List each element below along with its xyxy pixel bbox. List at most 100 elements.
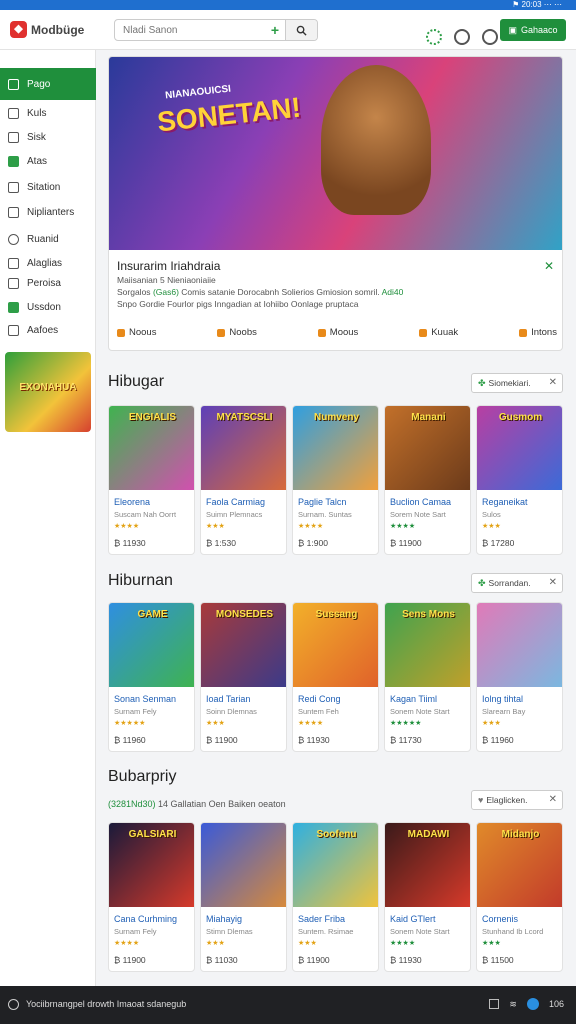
hero-card[interactable]: NIANAOUICSI SONETAN! Insurarim Iriahdrai…	[108, 56, 563, 351]
app-thumbnail[interactable]: MONSEDES	[201, 603, 286, 687]
app-card[interactable]: MADAWI Kaid GTlert Sonem Note Start ★★★★ ₿ 1…	[384, 822, 471, 972]
search-button[interactable]	[285, 20, 317, 40]
app-subtitle: Surnam Fely	[114, 707, 157, 716]
hero-tag[interactable]: Moous	[317, 327, 358, 338]
app-title[interactable]: Sader Friba	[298, 914, 345, 924]
app-card[interactable]: Manani Buclion Camaa Sorem Note Sart ★★★★ ₿ …	[384, 405, 471, 555]
clock-icon	[8, 233, 19, 245]
wifi-icon[interactable]: ≋	[509, 999, 517, 1010]
app-title[interactable]: Kaid GTlert	[390, 914, 436, 924]
app-card[interactable]: GAME Sonan Senman Surnam Fely ★★★★★ ₿ 11960	[108, 602, 195, 752]
clock-text: 106	[548, 999, 564, 1009]
app-title[interactable]: Iolng tihtal	[482, 694, 523, 704]
add-icon[interactable]: +	[265, 22, 285, 38]
app-card[interactable]: ENGIALIS Eleorena Suscam Nah Oorrt ★★★★ ₿ 11…	[108, 405, 195, 555]
sign-in-button[interactable]: ▣ Gahaaco	[500, 19, 566, 41]
header: ◆ Modbüge + ▣ Gahaaco	[0, 10, 576, 50]
app-card[interactable]: Sussang Redi Cong Suntem Feh ★★★★ ₿ 11930	[292, 602, 379, 752]
promo-banner[interactable]: EXONAHUA	[5, 352, 91, 432]
section-filter-chip[interactable]: ♥ Elaglicken. ✕	[471, 790, 563, 810]
sidebar-item-1[interactable]: Kuls	[0, 101, 96, 125]
thumbnail-art-text: Numveny	[313, 412, 359, 423]
app-title[interactable]: Faola Carmiag	[206, 497, 265, 507]
hero-tag[interactable]: Intons	[519, 327, 557, 338]
notification-icon[interactable]	[489, 999, 500, 1009]
card-row: GALSIARI Cana Curhming Surnam Fely ★★★★ ₿ 11…	[108, 822, 563, 972]
close-icon: ✕	[548, 794, 557, 805]
app-card[interactable]: MYATSCSLI Faola Carmiag Suimn Plemnacs ★★★ ₿…	[200, 405, 287, 555]
app-thumbnail[interactable]: Sens Mons	[385, 603, 470, 687]
sidebar-item-2[interactable]: Sisk	[0, 125, 96, 149]
settings-icon[interactable]	[426, 29, 442, 45]
app-card[interactable]: Iolng tihtal Slarearn Bay ★★★ ₿ 11960	[476, 602, 563, 752]
app-thumbnail[interactable]: Numveny	[293, 406, 378, 490]
sidebar-item-0[interactable]: Pago	[0, 68, 96, 100]
hero-tag[interactable]: Kuuak	[419, 327, 458, 338]
app-title[interactable]: Redi Cong	[298, 694, 341, 704]
search-input[interactable]	[115, 24, 265, 36]
thumbnail-art-text: GALSIARI	[128, 829, 177, 840]
tag-icon	[419, 328, 428, 337]
app-title[interactable]: Ioad Tarian	[206, 694, 250, 704]
sidebar-item-5[interactable]: Niplianters	[0, 200, 96, 224]
app-thumbnail[interactable]: ENGIALIS	[109, 406, 194, 490]
app-title[interactable]: Buclion Camaa	[390, 497, 451, 507]
sidebar-item-9[interactable]: Ussdon	[0, 295, 96, 319]
app-price: ₿ 11500	[482, 955, 514, 965]
start-icon[interactable]	[8, 999, 19, 1010]
close-icon[interactable]: ✕	[544, 259, 554, 273]
app-thumbnail[interactable]: MYATSCSLI	[201, 406, 286, 490]
account-icon[interactable]	[526, 998, 539, 1010]
sidebar-item-3[interactable]: Atas	[0, 149, 96, 173]
puzzle-icon: ✤	[478, 377, 486, 388]
app-card[interactable]: MONSEDES Ioad Tarian Soinn Dlemnas ★★★ ₿ 119…	[200, 602, 287, 752]
app-card[interactable]: Gusmom Reganeikat Sulos ★★★ ₿ 17280	[476, 405, 563, 555]
app-card[interactable]: Soofenu Sader Friba Suntem. Rsimae ★★★ ₿ 119…	[292, 822, 379, 972]
app-thumbnail[interactable]: Gusmom	[477, 406, 562, 490]
app-title[interactable]: Paglie Talcn	[298, 497, 346, 507]
app-title[interactable]: Cana Curhming	[114, 914, 177, 924]
app-thumbnail[interactable]: GALSIARI	[109, 823, 194, 907]
sidebar-item-10[interactable]: Aafoes	[0, 318, 96, 342]
phone-icon	[8, 155, 19, 167]
hero-tag[interactable]: Noous	[117, 327, 156, 338]
app-title[interactable]: Sonan Senman	[114, 694, 176, 704]
app-card[interactable]: Numveny Paglie Talcn Surnam. Suntas ★★★★ ₿ 1…	[292, 405, 379, 555]
hero-banner[interactable]: NIANAOUICSI SONETAN!	[109, 57, 562, 250]
app-thumbnail[interactable]: Manani	[385, 406, 470, 490]
section-filter-chip[interactable]: ✤ Siomekiari. ✕	[471, 373, 563, 393]
app-card[interactable]: Sens Mons Kagan Tiiml Sonem Note Start ★★★★…	[384, 602, 471, 752]
app-title[interactable]: Cornenis	[482, 914, 518, 924]
thumbnail-art-text: MONSEDES	[215, 609, 274, 620]
app-thumbnail[interactable]	[201, 823, 286, 907]
thumbnail-art-text: Manani	[411, 412, 446, 423]
hero-line-1: Maiisanian 5 Nieniaoniaiie	[117, 275, 216, 285]
app-thumbnail[interactable]: Midanjo	[477, 823, 562, 907]
app-title[interactable]: Miahayig	[206, 914, 242, 924]
sidebar-item-4[interactable]: Sitation	[0, 175, 96, 199]
app-subtitle: Sonem Note Start	[390, 707, 450, 716]
app-price: ₿ 11930	[298, 735, 330, 745]
app-title[interactable]: Reganeikat	[482, 497, 528, 507]
sidebar-item-6[interactable]: Ruanid	[0, 227, 96, 251]
chart-icon	[8, 257, 19, 269]
app-card[interactable]: Miahayig Stimn Dlemas ★★★ ₿ 11030	[200, 822, 287, 972]
hero-tag[interactable]: Noobs	[217, 327, 257, 338]
globe-icon[interactable]	[482, 29, 498, 45]
app-thumbnail[interactable]: Sussang	[293, 603, 378, 687]
sidebar-item-8[interactable]: Peroisa	[0, 271, 96, 295]
app-thumbnail[interactable]	[477, 603, 562, 687]
app-title[interactable]: Kagan Tiiml	[390, 694, 437, 704]
section-title: Bubarpriy	[108, 768, 177, 785]
app-subtitle: Sonem Note Start	[390, 927, 450, 936]
app-logo[interactable]: ◆ Modbüge	[10, 21, 84, 38]
app-thumbnail[interactable]: Soofenu	[293, 823, 378, 907]
rating-stars: ★★★★	[298, 720, 324, 727]
app-thumbnail[interactable]: MADAWI	[385, 823, 470, 907]
clock-icon[interactable]	[454, 29, 470, 45]
section-filter-chip[interactable]: ✤ Sorrandan. ✕	[471, 573, 563, 593]
app-card[interactable]: Midanjo Cornenis Stunhand Ib Lcord ★★★ ₿ 115…	[476, 822, 563, 972]
app-title[interactable]: Eleorena	[114, 497, 150, 507]
app-thumbnail[interactable]: GAME	[109, 603, 194, 687]
app-card[interactable]: GALSIARI Cana Curhming Surnam Fely ★★★★ ₿ 11…	[108, 822, 195, 972]
